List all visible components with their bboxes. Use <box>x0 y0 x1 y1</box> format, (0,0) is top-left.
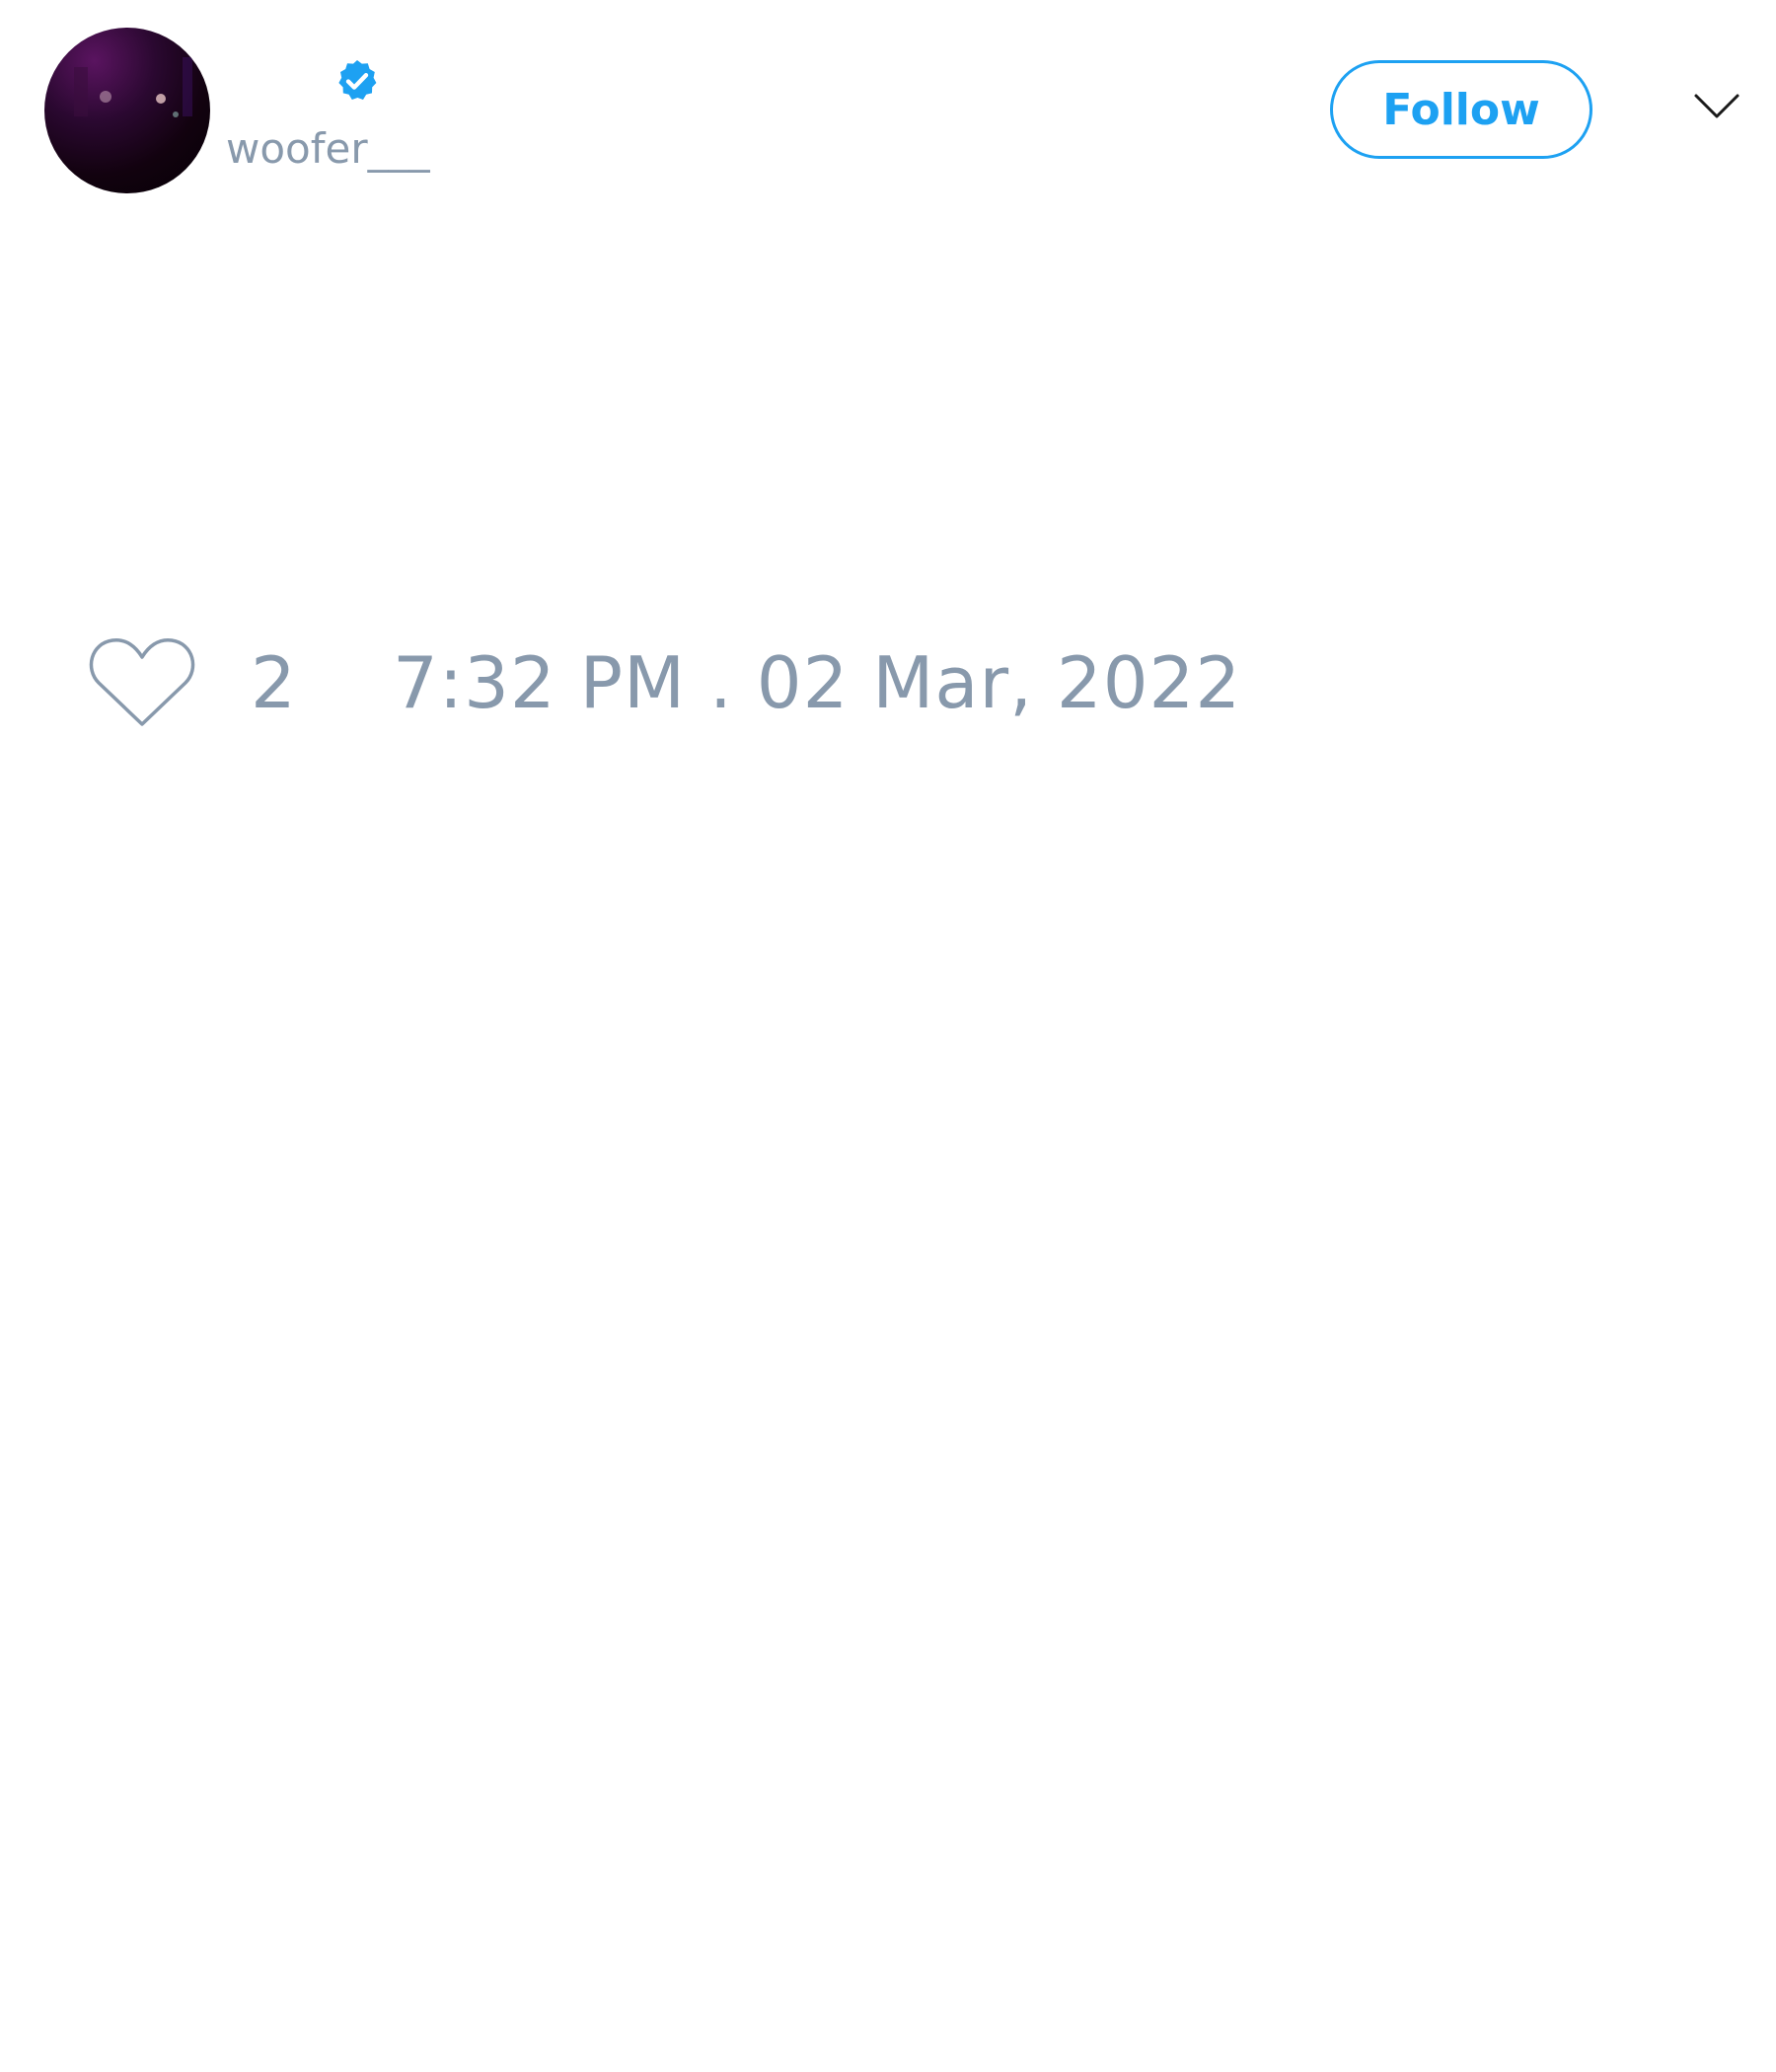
like-count: 2 <box>251 641 296 724</box>
avatar-photo <box>74 57 192 117</box>
heart-icon[interactable] <box>89 635 195 730</box>
chevron-down-icon[interactable] <box>1693 91 1740 120</box>
tweet-timestamp[interactable]: 7:32 PM . 02 Mar, 2022 <box>393 641 1241 724</box>
follow-button[interactable]: Follow <box>1330 60 1592 159</box>
author-handle[interactable]: woofer___ <box>226 124 430 174</box>
tweet-card: woofer___ Follow 2 7:32 PM . 02 Mar, 202… <box>0 0 1776 2072</box>
avatar[interactable] <box>44 28 210 193</box>
verified-badge-icon <box>338 60 377 100</box>
